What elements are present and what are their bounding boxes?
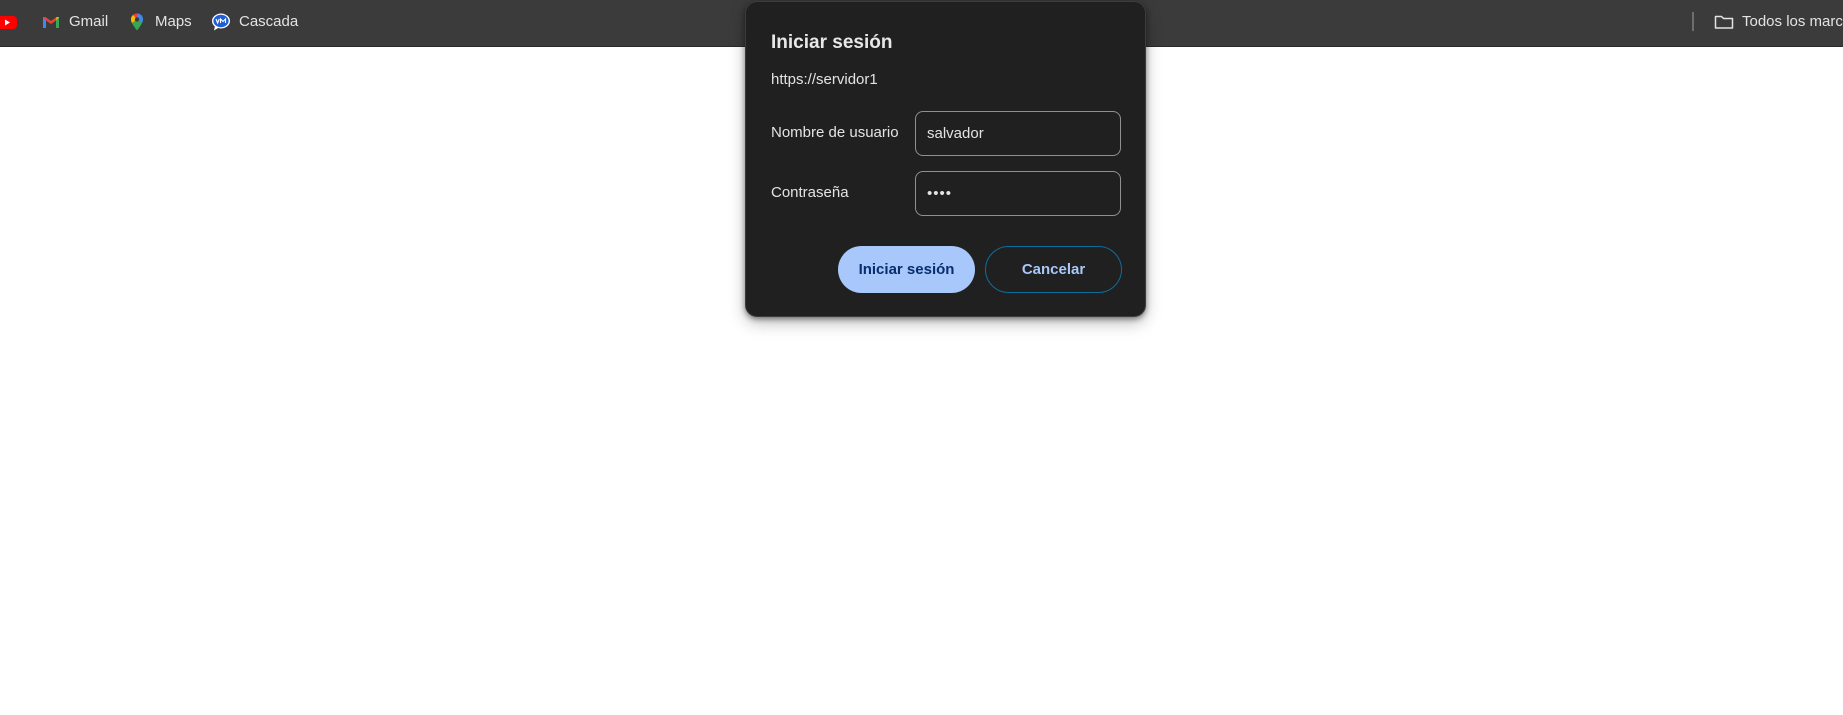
bookmarks-separator	[1692, 12, 1694, 31]
folder-icon	[1714, 12, 1734, 32]
maps-pin-icon	[127, 12, 147, 32]
dialog-url: https://servidor1	[771, 71, 878, 88]
chat-bubble-icon	[211, 12, 231, 32]
password-field[interactable]	[915, 171, 1121, 216]
bookmark-maps[interactable]: Maps	[127, 0, 192, 43]
all-bookmarks-folder[interactable]: Todos los marc	[1714, 0, 1843, 43]
username-label: Nombre de usuario	[771, 124, 899, 141]
bookmark-label: Gmail	[69, 13, 109, 30]
password-label: Contraseña	[771, 184, 849, 201]
cancel-button[interactable]: Cancelar	[985, 246, 1122, 293]
bookmark-gmail[interactable]: Gmail	[41, 0, 108, 43]
signin-button[interactable]: Iniciar sesión	[838, 246, 975, 293]
dialog-title: Iniciar sesión	[771, 32, 893, 53]
bookmark-label: Maps	[155, 13, 192, 30]
bookmark-youtube[interactable]	[0, 0, 25, 43]
all-bookmarks-label: Todos los marc	[1742, 13, 1843, 30]
signin-dialog: Iniciar sesión https://servidor1 Nombre …	[745, 1, 1146, 317]
gmail-icon	[41, 12, 61, 32]
username-field[interactable]	[915, 111, 1121, 156]
bookmark-label: Cascada	[239, 13, 299, 30]
youtube-icon	[0, 12, 17, 32]
bookmark-cascada[interactable]: Cascada	[211, 0, 298, 43]
